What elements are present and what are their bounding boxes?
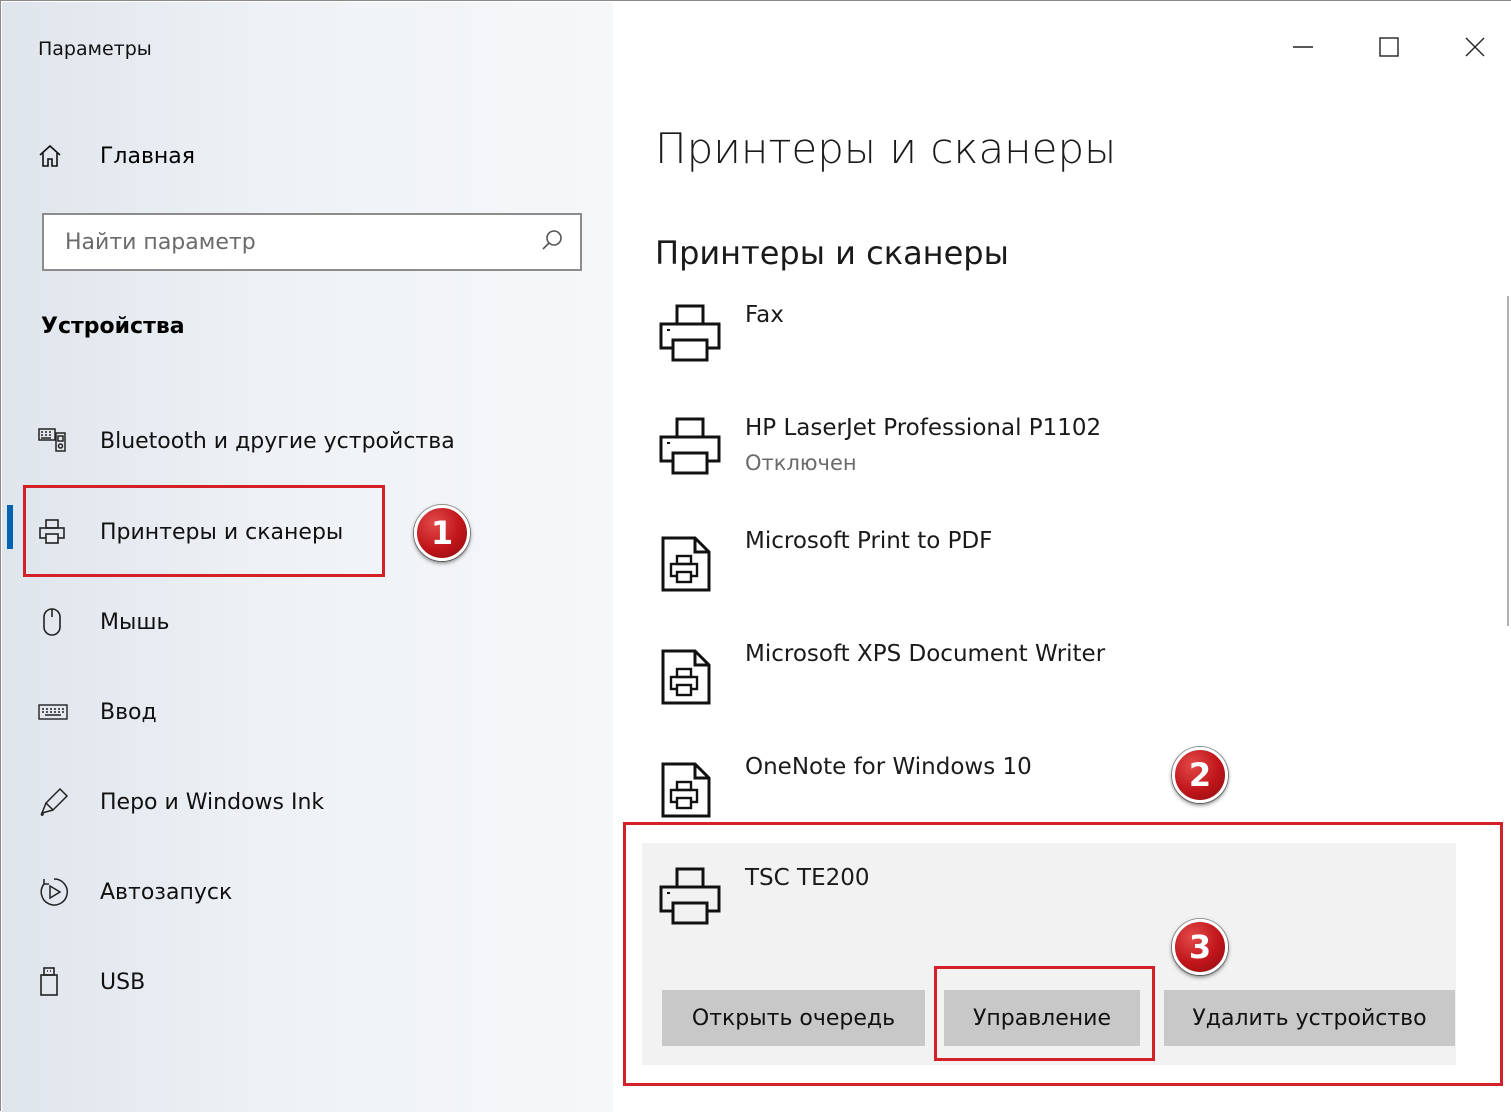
home-icon — [38, 144, 82, 168]
callout-box-1 — [23, 485, 385, 577]
close-icon — [1465, 37, 1485, 57]
sidebar-item-label: Автозапуск — [100, 879, 233, 905]
printer-icon — [655, 415, 725, 485]
sidebar-item-label: Перо и Windows Ink — [100, 789, 325, 815]
active-indicator — [7, 505, 13, 549]
device-item[interactable]: Microsoft Print to PDF — [655, 528, 1415, 618]
search-input[interactable]: Найти параметр — [42, 213, 582, 271]
callout-box-3 — [934, 966, 1155, 1061]
sidebar-item-pen[interactable]: Перо и Windows Ink — [38, 782, 324, 822]
search-icon[interactable] — [540, 228, 564, 256]
sidebar-home[interactable]: Главная — [38, 138, 195, 174]
section-subtitle: Принтеры и сканеры — [655, 234, 1009, 272]
sidebar-item-label: Bluetooth и другие устройства — [100, 428, 455, 454]
settings-window: Параметры Главная Найти параметр Устройс… — [0, 0, 1511, 1112]
app-title: Параметры — [38, 38, 152, 60]
device-status: Отключен — [745, 451, 857, 475]
sidebar-item-label: Ввод — [100, 699, 157, 725]
device-name: OneNote for Windows 10 — [745, 754, 1032, 780]
page-title: Принтеры и сканеры — [655, 124, 1117, 173]
autoplay-icon — [38, 872, 82, 912]
sidebar-item-bluetooth[interactable]: Bluetooth и другие устройства — [38, 421, 455, 461]
usb-icon — [38, 962, 82, 1002]
sidebar-item-input[interactable]: Ввод — [38, 692, 157, 732]
maximize-button[interactable] — [1359, 22, 1419, 72]
sidebar-item-mouse[interactable]: Мышь — [38, 602, 169, 642]
keyboard-icon — [38, 692, 82, 732]
sidebar-item-label: USB — [100, 969, 146, 995]
printer-icon — [655, 302, 725, 372]
close-button[interactable] — [1445, 22, 1505, 72]
step-badge-2: 2 — [1172, 747, 1228, 803]
device-item[interactable]: HP LaserJet Professional P1102 Отключен — [655, 415, 1415, 505]
device-name: HP LaserJet Professional P1102 — [745, 415, 1102, 441]
search-placeholder: Найти параметр — [65, 229, 256, 255]
step-badge-1: 1 — [414, 505, 470, 561]
sidebar-item-autoplay[interactable]: Автозапуск — [38, 872, 232, 912]
device-item[interactable]: Microsoft XPS Document Writer — [655, 641, 1415, 731]
device-name: Microsoft XPS Document Writer — [745, 641, 1106, 667]
sidebar-home-label: Главная — [100, 143, 196, 169]
device-name: Microsoft Print to PDF — [745, 528, 993, 554]
maximize-icon — [1379, 37, 1399, 57]
device-name: Fax — [745, 302, 784, 328]
minimize-icon — [1293, 46, 1313, 48]
mouse-icon — [38, 602, 82, 642]
sidebar-item-usb[interactable]: USB — [38, 962, 145, 1002]
virtual-printer-icon — [655, 641, 725, 711]
device-item[interactable]: Fax — [655, 302, 1415, 392]
pen-icon — [38, 782, 82, 822]
virtual-printer-icon — [655, 754, 725, 824]
minimize-button[interactable] — [1273, 22, 1333, 72]
virtual-printer-icon — [655, 528, 725, 598]
step-badge-3: 3 — [1172, 919, 1228, 975]
section-title: Устройства — [41, 314, 185, 339]
scrollbar[interactable] — [1507, 296, 1509, 626]
sidebar-item-label: Мышь — [100, 609, 170, 635]
bluetooth-devices-icon — [38, 421, 82, 461]
